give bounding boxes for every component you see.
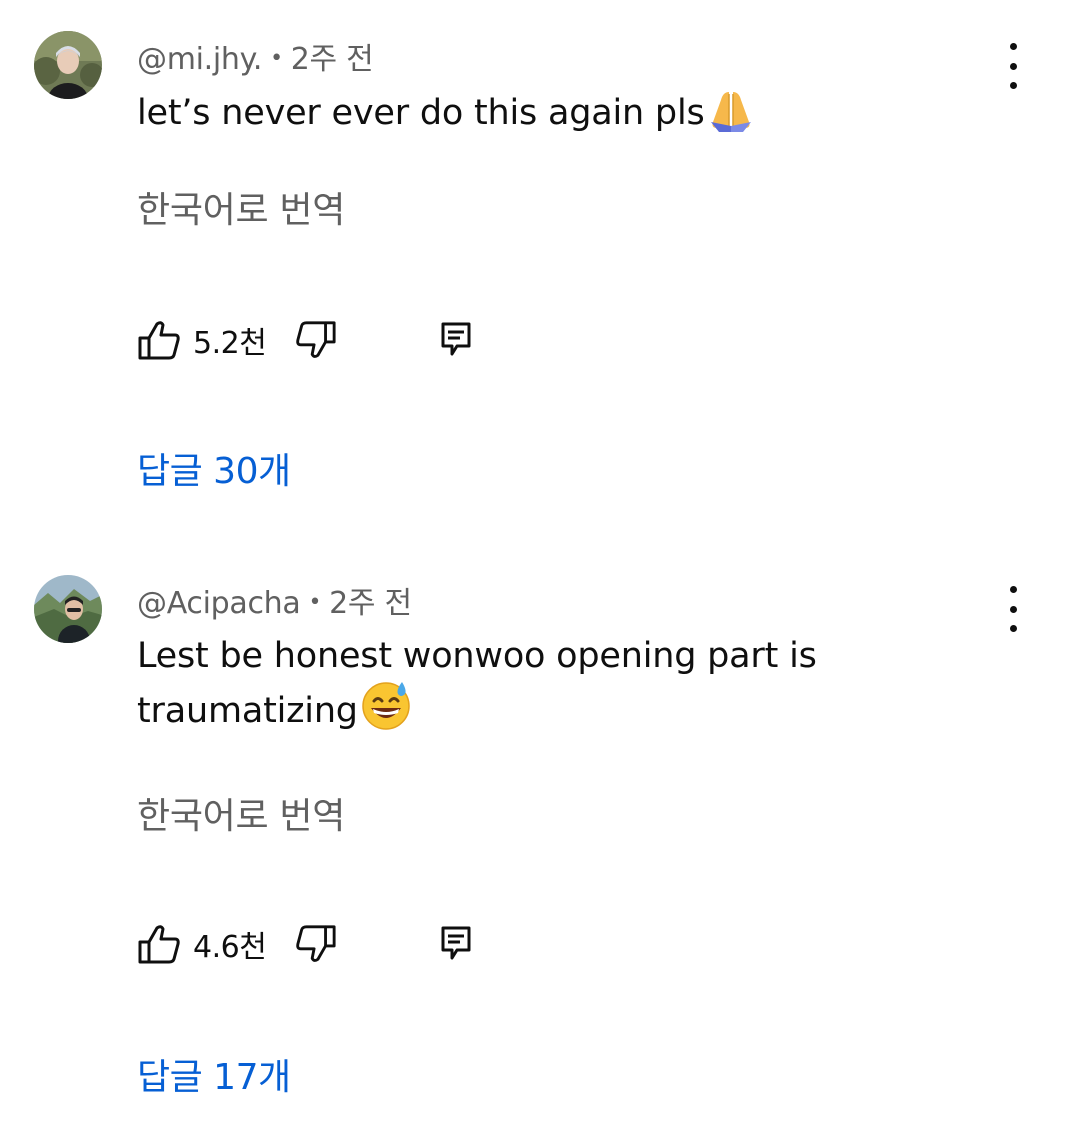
comment-actions: 4.6천	[137, 922, 537, 970]
comment-time: 2주 전	[329, 586, 412, 621]
more-vert-icon[interactable]	[996, 43, 1030, 89]
comment-time: 2주 전	[290, 42, 374, 77]
like-button[interactable]: 4.6천	[137, 922, 267, 966]
comment-text-block: Lest be honest wonwoo opening part is tr…	[137, 633, 897, 743]
dislike-button[interactable]	[295, 320, 337, 364]
grinning-sweat-emoji	[360, 680, 412, 743]
separator-dot: •	[270, 46, 283, 71]
reply-button[interactable]	[439, 924, 473, 966]
like-count: 4.6천	[193, 930, 267, 965]
comment-text: let’s never ever do this again pls	[137, 93, 705, 133]
reply-button[interactable]	[439, 320, 473, 362]
separator-dot: •	[308, 590, 322, 615]
comment-reply-icon	[441, 926, 471, 960]
comment-meta: @mi.jhy. • 2주 전	[137, 34, 374, 78]
replies-link[interactable]: 답글 17개	[137, 1048, 291, 1100]
thumb-down-icon	[296, 925, 336, 962]
avatar[interactable]	[34, 31, 102, 99]
replies-link[interactable]: 답글 30개	[137, 442, 291, 494]
comment-meta: @Acipacha • 2주 전	[137, 578, 412, 622]
comment-author[interactable]: @Acipacha	[137, 586, 301, 621]
comment-text: Lest be honest wonwoo opening part is tr…	[137, 636, 817, 731]
translate-button[interactable]: 한국어로 번역	[137, 787, 345, 839]
thumb-up-icon	[138, 925, 180, 964]
like-count: 5.2천	[193, 326, 267, 361]
thumb-down-icon	[296, 321, 336, 358]
comment-author[interactable]: @mi.jhy.	[137, 42, 262, 77]
avatar[interactable]	[34, 575, 102, 643]
thumb-up-icon	[138, 321, 180, 360]
translate-button[interactable]: 한국어로 번역	[137, 181, 345, 233]
dislike-button[interactable]	[295, 924, 337, 968]
folded-hands-emoji	[707, 88, 755, 145]
comment-text-block: let’s never ever do this again pls	[137, 88, 897, 145]
comment-reply-icon	[441, 322, 471, 356]
more-vert-icon[interactable]	[996, 586, 1030, 632]
like-button[interactable]: 5.2천	[137, 318, 267, 362]
comment-actions: 5.2천	[137, 318, 537, 366]
